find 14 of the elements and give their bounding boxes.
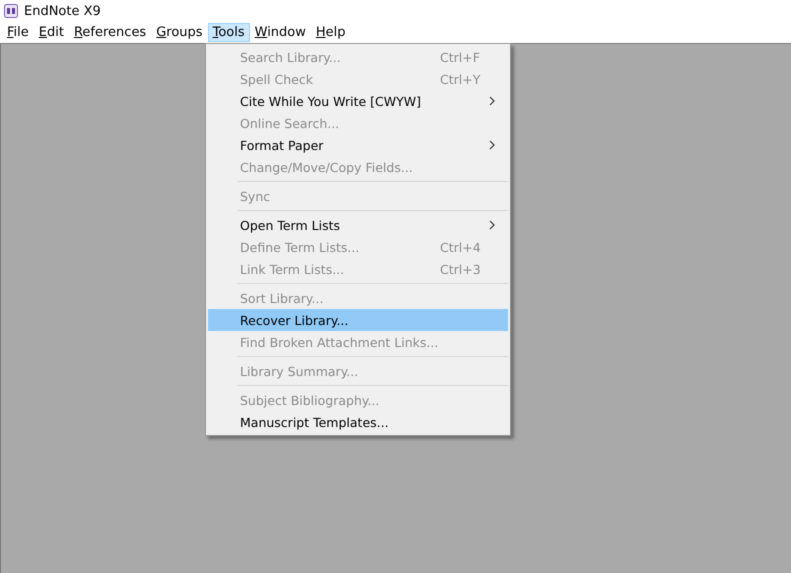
menu-entry[interactable]: Open Term Lists: [208, 214, 508, 236]
menu-entry[interactable]: Cite While You Write [CWYW]: [208, 90, 508, 112]
menu-entry[interactable]: Recover Library...: [208, 309, 508, 331]
app-icon: [4, 4, 18, 18]
menu-item[interactable]: Tools: [208, 23, 250, 42]
menu-item[interactable]: Window: [250, 23, 311, 42]
menu-entry[interactable]: Manuscript Templates...: [208, 411, 508, 433]
menu-item[interactable]: Edit: [34, 23, 69, 42]
menu-entry[interactable]: Format Paper: [208, 134, 508, 156]
menu-item[interactable]: Groups: [151, 23, 208, 42]
menu-item[interactable]: Help: [310, 23, 351, 42]
window-title: EndNote X9: [24, 4, 101, 18]
menu-item[interactable]: File: [2, 23, 34, 42]
menu-item[interactable]: References: [68, 23, 152, 42]
